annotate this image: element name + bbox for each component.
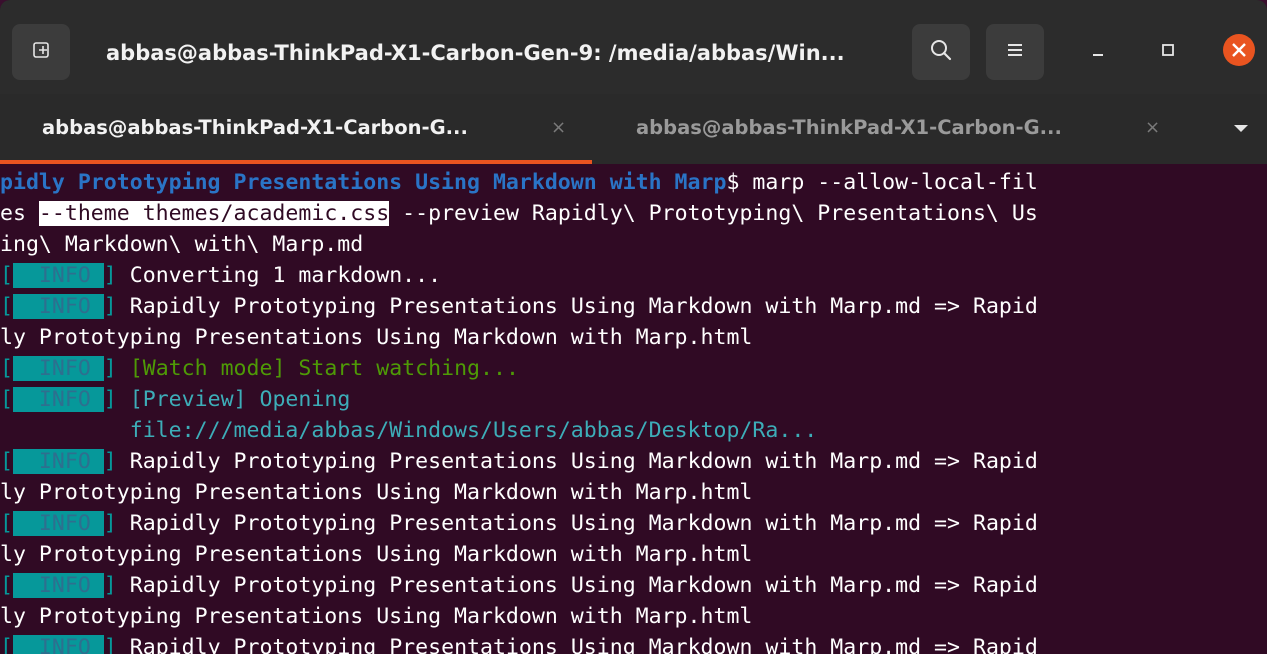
info-bracket: [ [0, 511, 13, 536]
terminal-line: ly Prototyping Presentations Using Markd… [0, 322, 752, 353]
info-badge: INFO [12, 387, 104, 412]
info-bracket: ] [103, 263, 117, 288]
info-bracket: [ [0, 387, 13, 412]
info-badge: INFO [12, 511, 104, 536]
info-badge: INFO [12, 356, 104, 381]
tab-close-icon[interactable]: × [1145, 118, 1160, 138]
search-icon [929, 38, 953, 66]
terminal-line: [ INFO ] Rapidly Prototyping Presentatio… [0, 291, 1038, 322]
command-text: marp --allow-local-fil [739, 170, 1038, 195]
terminal-output[interactable]: pidly Prototyping Presentations Using Ma… [0, 165, 1267, 654]
tab-close-icon[interactable]: × [551, 118, 566, 138]
log-message: Rapidly Prototyping Presentations Using … [129, 573, 1038, 598]
command-text: es [0, 201, 39, 226]
info-bracket: [ [0, 635, 13, 654]
log-message: ly Prototyping Presentations Using Markd… [0, 604, 753, 629]
window-title: abbas@abbas-ThinkPad-X1-Carbon-Gen-9: /m… [106, 41, 845, 65]
minimize-icon [1090, 42, 1106, 62]
info-bracket: [ [0, 263, 13, 288]
tab-list-dropdown[interactable] [1232, 120, 1254, 140]
tab-label: abbas@abbas-ThinkPad-X1-Carbon-G... [42, 116, 468, 139]
title-bar: abbas@abbas-ThinkPad-X1-Carbon-Gen-9: /m… [0, 0, 1267, 94]
info-bracket: [ [0, 573, 13, 598]
command-text: --preview Rapidly\ Prototyping\ Presenta… [389, 201, 1038, 226]
info-bracket: ] [103, 387, 117, 412]
info-bracket: ] [103, 356, 117, 381]
terminal-line: [ INFO ] Converting 1 markdown... [0, 260, 441, 291]
active-tab-indicator [0, 160, 592, 164]
command-text: ing\ Markdown\ with\ Marp.md [0, 232, 364, 257]
new-tab-icon [31, 40, 51, 64]
terminal-line: file:///media/abbas/Windows/Users/abbas/… [0, 415, 818, 446]
terminal-line: ly Prototyping Presentations Using Markd… [0, 601, 752, 632]
terminal-line: [ INFO ] Rapidly Prototyping Presentatio… [0, 446, 1038, 477]
log-message: ly Prototyping Presentations Using Markd… [0, 542, 753, 567]
info-bracket: [ [0, 356, 13, 381]
hamburger-menu-icon [1005, 41, 1025, 63]
log-message: Converting 1 markdown... [129, 263, 442, 288]
maximize-button[interactable] [1150, 34, 1186, 70]
info-badge: INFO [12, 573, 104, 598]
log-message: [Watch mode] Start watching... [129, 356, 519, 381]
terminal-line: es --theme themes/academic.css --preview… [0, 198, 1038, 229]
tab-bar: abbas@abbas-ThinkPad-X1-Carbon-G... × ab… [0, 94, 1267, 164]
close-icon [1222, 33, 1256, 71]
search-button[interactable] [912, 24, 970, 80]
tab-label: abbas@abbas-ThinkPad-X1-Carbon-G... [636, 116, 1062, 139]
info-badge: INFO [12, 263, 104, 288]
info-bracket: [ [0, 294, 13, 319]
preview-url: file:///media/abbas/Windows/Users/abbas/… [129, 418, 818, 443]
log-message: Rapidly Prototyping Presentations Using … [129, 294, 1038, 319]
terminal-line: ly Prototyping Presentations Using Markd… [0, 539, 752, 570]
terminal-line: ing\ Markdown\ with\ Marp.md [0, 229, 363, 260]
info-badge: INFO [12, 635, 104, 654]
log-message: Rapidly Prototyping Presentations Using … [129, 449, 1038, 474]
log-message: Rapidly Prototyping Presentations Using … [129, 511, 1038, 536]
terminal-line: [ INFO ] Rapidly Prototyping Presentatio… [0, 508, 1038, 539]
info-bracket: ] [103, 573, 117, 598]
info-bracket: [ [0, 449, 13, 474]
tab-active[interactable]: abbas@abbas-ThinkPad-X1-Carbon-G... × [0, 94, 592, 164]
terminal-line: [ INFO ] Rapidly Prototyping Presentatio… [0, 632, 1038, 654]
info-bracket: ] [103, 635, 117, 654]
terminal-line: [ INFO ] [Watch mode] Start watching... [0, 353, 519, 384]
prompt-path: pidly Prototyping Presentations Using Ma… [0, 170, 727, 195]
menu-button[interactable] [986, 24, 1044, 80]
tab-inactive[interactable]: abbas@abbas-ThinkPad-X1-Carbon-G... × [592, 94, 1212, 164]
log-message: Rapidly Prototyping Presentations Using … [129, 635, 1038, 654]
prompt-symbol: $ [726, 170, 740, 195]
log-message: ly Prototyping Presentations Using Markd… [0, 480, 753, 505]
selected-text: --theme themes/academic.css [38, 201, 390, 226]
terminal-line: [ INFO ] Rapidly Prototyping Presentatio… [0, 570, 1038, 601]
info-badge: INFO [12, 294, 104, 319]
terminal-window: abbas@abbas-ThinkPad-X1-Carbon-Gen-9: /m… [0, 0, 1267, 654]
terminal-line: ly Prototyping Presentations Using Markd… [0, 477, 752, 508]
log-message: ly Prototyping Presentations Using Markd… [0, 325, 753, 350]
terminal-line: [ INFO ] [Preview] Opening [0, 384, 350, 415]
info-bracket: ] [103, 294, 117, 319]
info-bracket: ] [103, 511, 117, 536]
info-bracket: ] [103, 449, 117, 474]
info-badge: INFO [12, 449, 104, 474]
maximize-icon [1160, 42, 1176, 62]
minimize-button[interactable] [1080, 34, 1116, 70]
close-button[interactable] [1221, 34, 1257, 70]
chevron-down-icon [1232, 120, 1250, 139]
terminal-line: pidly Prototyping Presentations Using Ma… [0, 167, 1038, 198]
log-message: [Preview] Opening [129, 387, 351, 412]
new-tab-button[interactable] [12, 24, 70, 80]
